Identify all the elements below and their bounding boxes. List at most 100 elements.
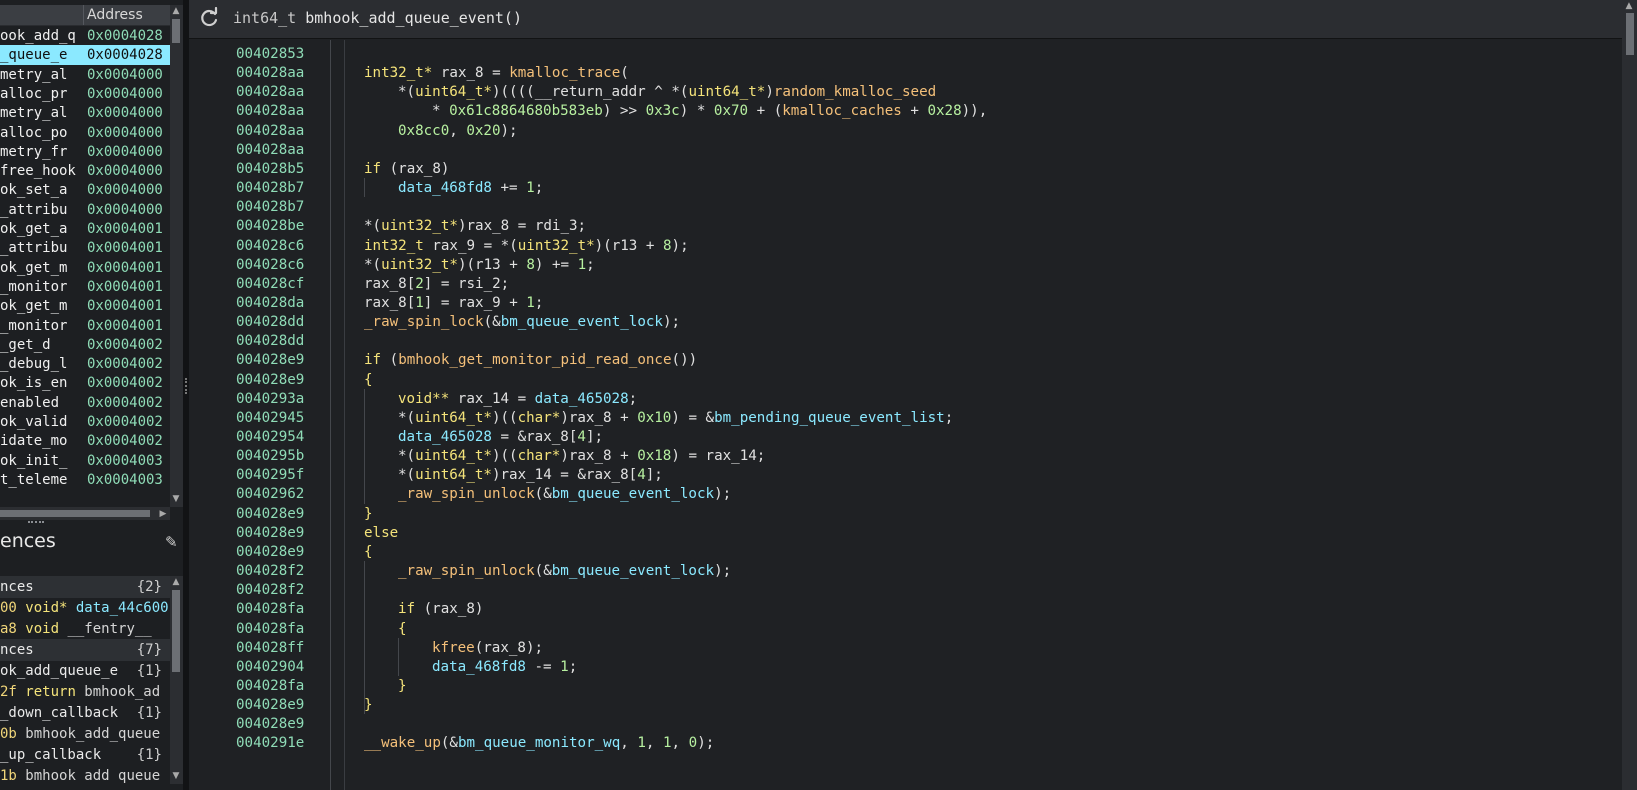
symbol-row[interactable]: free_hook 0x0004000 xyxy=(0,161,170,181)
code-text[interactable]: data_468fd8 += 1; xyxy=(398,178,543,198)
line-address[interactable]: 004028b7 xyxy=(236,178,304,198)
line-address[interactable]: 004028fa xyxy=(236,619,304,639)
symbol-row[interactable]: ok_get_a 0x0004001 xyxy=(0,219,170,239)
code-line[interactable]: 004028aa int32_t* rax_8 = kmalloc_trace( xyxy=(189,63,1619,83)
code-line[interactable]: 004028e9 { xyxy=(189,370,1619,390)
line-address[interactable]: 00402904 xyxy=(236,657,304,677)
code-token-fn[interactable]: bmhook_get_monitor_pid_read_once xyxy=(398,352,671,368)
code-text[interactable]: *(uint64_t*)((char*)rax_8 + 0x18) = rax_… xyxy=(398,446,765,466)
code-token-num[interactable]: 1 xyxy=(415,295,424,311)
code-line[interactable]: 004028aa xyxy=(189,140,1619,160)
code-token-num[interactable]: 0x10 xyxy=(637,410,671,426)
line-address[interactable]: 004028ff xyxy=(236,638,304,658)
symbol-row[interactable]: ok_get_m 0x0004001 xyxy=(0,296,170,316)
code-text[interactable]: rax_8[1] = rax_9 + 1; xyxy=(364,293,543,313)
line-address[interactable]: 004028e9 xyxy=(236,504,304,524)
symbol-row[interactable]: ook_add_q 0x0004028 xyxy=(0,26,170,46)
symbol-row[interactable]: alloc_po 0x0004000 xyxy=(0,123,170,143)
code-line[interactable]: 0040291e __wake_up(&bm_queue_monitor_wq, … xyxy=(189,733,1619,753)
symbol-row[interactable]: _monitor 0x0004001 xyxy=(0,277,170,297)
code-line[interactable]: 004028b7 xyxy=(189,197,1619,217)
code-text[interactable]: int32_t* rax_8 = kmalloc_trace( xyxy=(364,63,629,83)
reference-item[interactable]: 2f return bmhook_ad xyxy=(0,681,170,703)
code-text[interactable]: * 0x61c8864680b583eb) >> 0x3c) * 0x70 + … xyxy=(432,101,987,121)
code-token-type[interactable]: uint64_t* xyxy=(415,448,492,464)
code-line[interactable]: 004028dd xyxy=(189,331,1619,351)
code-token-type[interactable]: uint64_t* xyxy=(688,84,765,100)
reference-item[interactable]: a8 void __fentry__ xyxy=(0,618,170,640)
code-line[interactable]: 004028f2 _raw_spin_unlock(&bm_queue_event… xyxy=(189,561,1619,581)
code-token-num[interactable]: 1 xyxy=(560,659,569,675)
symbol-row[interactable]: t_teleme 0x0004003 xyxy=(0,470,170,490)
code-text[interactable]: { xyxy=(364,370,373,390)
line-address[interactable]: 004028f2 xyxy=(236,580,304,600)
symbol-row[interactable]: enabled 0x0004002 xyxy=(0,393,170,413)
code-token-data[interactable]: data_468fd8 xyxy=(432,659,526,675)
code-token-type[interactable]: { xyxy=(364,544,373,560)
code-line[interactable]: 00402962 _raw_spin_unlock(&bm_queue_event… xyxy=(189,484,1619,504)
code-text[interactable]: *(uint64_t*)((char*)rax_8 + 0x10) = &bm_… xyxy=(398,408,953,428)
refresh-icon[interactable] xyxy=(198,7,220,29)
code-text[interactable]: int32_t rax_9 = *(uint32_t*)(r13 + 8); xyxy=(364,236,689,256)
code-line[interactable]: 004028da rax_8[1] = rax_9 + 1; xyxy=(189,293,1619,313)
code-line[interactable]: 004028e9} xyxy=(189,504,1619,524)
code-line[interactable]: 004028aa *(uint64_t*)((((__return_addr ^ … xyxy=(189,82,1619,102)
scroll-down-arrow-icon[interactable]: ▼ xyxy=(170,770,182,782)
line-address[interactable]: 004028da xyxy=(236,293,304,313)
line-address[interactable]: 004028dd xyxy=(236,312,304,332)
code-token-type[interactable]: uint64_t* xyxy=(415,84,492,100)
code-line[interactable]: 004028be *(uint32_t*)rax_8 = rdi_3; xyxy=(189,216,1619,236)
code-token-num[interactable]: 0x20 xyxy=(466,123,500,139)
code-line[interactable]: 004028fa} xyxy=(189,676,1619,696)
scroll-up-arrow-icon[interactable]: ▲ xyxy=(170,5,182,17)
line-address[interactable]: 00402954 xyxy=(236,427,304,447)
code-token-num[interactable]: 0x18 xyxy=(637,448,671,464)
code-token-num[interactable]: 1 xyxy=(526,295,535,311)
line-address[interactable]: 004028e9 xyxy=(236,523,304,543)
symbol-row[interactable]: _monitor 0x0004001 xyxy=(0,316,170,336)
code-line[interactable]: 004028e9} xyxy=(189,695,1619,715)
code-text[interactable]: _raw_spin_unlock(&bm_queue_event_lock); xyxy=(398,561,731,581)
line-address[interactable]: 004028c6 xyxy=(236,236,304,256)
line-address[interactable]: 00402853 xyxy=(236,44,304,64)
code-token-type[interactable]: uint32_t* xyxy=(381,218,458,234)
code-text[interactable]: *(uint32_t*)rax_8 = rdi_3; xyxy=(364,216,586,236)
code-token-type[interactable]: } xyxy=(364,506,373,522)
line-address[interactable]: 00402945 xyxy=(236,408,304,428)
reference-group-header[interactable]: nces {7} xyxy=(0,639,170,661)
code-line[interactable]: 004028c6 *(uint32_t*)(r13 + 8) += 1; xyxy=(189,255,1619,275)
code-token-type[interactable]: else xyxy=(364,525,398,541)
code-token-fn[interactable]: kmalloc_caches xyxy=(782,103,902,119)
symbol-row[interactable]: _debug_l 0x0004002 xyxy=(0,354,170,374)
code-line[interactable]: 004028fa if (rax_8) xyxy=(189,599,1619,619)
code-token-num[interactable]: 8 xyxy=(663,238,672,254)
code-token-type[interactable]: if xyxy=(364,161,381,177)
code-token-type[interactable]: char* xyxy=(518,410,561,426)
code-token-type[interactable]: uint32_t* xyxy=(381,257,458,273)
scroll-up-arrow-icon[interactable]: ▲ xyxy=(170,576,182,588)
code-token-fn[interactable]: _raw_spin_unlock xyxy=(398,563,535,579)
line-address[interactable]: 0040295b xyxy=(236,446,304,466)
code-text[interactable]: } xyxy=(364,695,373,715)
line-address[interactable]: 004028fa xyxy=(236,599,304,619)
code-token-type[interactable]: void** xyxy=(398,391,449,407)
column-divider[interactable] xyxy=(83,5,84,25)
code-text[interactable]: data_468fd8 -= 1; xyxy=(432,657,577,677)
code-line[interactable]: 004028c6 int32_t rax_9 = *(uint32_t*)(r13… xyxy=(189,236,1619,256)
symbol-row[interactable]: ok_is_en 0x0004002 xyxy=(0,373,170,393)
line-address[interactable]: 004028e9 xyxy=(236,714,304,734)
code-token-type[interactable]: uint64_t* xyxy=(415,410,492,426)
code-text[interactable]: if (rax_8) xyxy=(364,159,449,179)
code-line[interactable]: 004028e9 if (bmhook_get_monitor_pid_read_… xyxy=(189,350,1619,370)
line-address[interactable]: 004028b7 xyxy=(236,197,304,217)
code-line[interactable]: 004028f2 xyxy=(189,580,1619,600)
code-token-num[interactable]: 4 xyxy=(637,467,646,483)
code-line[interactable]: 004028aa * 0x61c8864680b583eb) >> 0x3c) *… xyxy=(189,101,1619,121)
scrollbar-thumb[interactable] xyxy=(0,510,150,517)
line-address[interactable]: 004028fa xyxy=(236,676,304,696)
symbol-row[interactable]: alloc_pr 0x0004000 xyxy=(0,84,170,104)
code-line[interactable]: 004028dd _raw_spin_lock(&bm_queue_event_l… xyxy=(189,312,1619,332)
symbol-row[interactable]: ok_init_ 0x0004003 xyxy=(0,451,170,471)
code-token-type[interactable]: if xyxy=(364,352,381,368)
code-line[interactable]: 0040295f *(uint64_t*)rax_14 = &rax_8[4]; xyxy=(189,465,1619,485)
